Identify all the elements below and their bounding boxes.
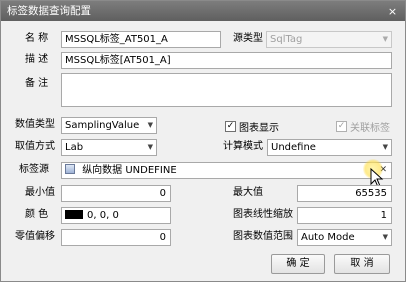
- cancel-button[interactable]: 取 消: [334, 254, 390, 274]
- zero-offset-label: 零值偏移: [15, 231, 55, 242]
- value-type-label: 数值类型: [15, 119, 55, 130]
- calc-mode-select[interactable]: Undefine ▼: [267, 139, 392, 156]
- chart-range-label: 图表数值范围: [233, 231, 293, 242]
- tag-query-config-dialog: 标签数据查询配置 × 名 称 MSSQL标签_AT501_A 源类型 SqlTa…: [0, 0, 406, 282]
- source-type-value: SqlTag: [270, 34, 303, 45]
- description-input[interactable]: MSSQL标签[AT501_A]: [61, 52, 392, 69]
- calc-mode-label: 计算模式: [223, 141, 263, 152]
- checkbox-checked-icon: ✓: [336, 121, 347, 132]
- chevron-down-icon: ▼: [382, 143, 388, 151]
- close-icon[interactable]: ×: [386, 5, 399, 18]
- min-value-input[interactable]: 0: [61, 185, 171, 202]
- window-title: 标签数据查询配置: [7, 5, 91, 17]
- chevron-down-icon: ▼: [147, 143, 153, 151]
- fetch-mode-value: Lab: [65, 142, 84, 153]
- chart-scale-input[interactable]: 1: [297, 207, 392, 224]
- tag-icon: [65, 164, 75, 174]
- color-label: 颜 色: [25, 209, 49, 220]
- source-type-label: 源类型: [233, 33, 263, 44]
- value-type-value: SamplingValue: [65, 120, 140, 131]
- chevron-down-icon: ▼: [382, 233, 388, 241]
- color-picker[interactable]: 0, 0, 0: [61, 207, 171, 224]
- max-value-input[interactable]: 65535: [297, 185, 392, 202]
- source-type-select[interactable]: SqlTag ▼: [266, 31, 392, 48]
- value-type-select[interactable]: SamplingValue ▼: [61, 117, 157, 134]
- calc-mode-value: Undefine: [271, 142, 316, 153]
- title-bar: 标签数据查询配置 ×: [1, 1, 405, 21]
- fetch-mode-select[interactable]: Lab ▼: [61, 139, 157, 156]
- note-textarea[interactable]: [61, 73, 392, 107]
- description-label: 描 述: [25, 54, 49, 65]
- chart-range-select[interactable]: Auto Mode ▼: [297, 229, 392, 246]
- zero-offset-input[interactable]: 0: [61, 229, 171, 246]
- tag-source-label: 标签源: [19, 164, 49, 175]
- name-label: 名 称: [25, 33, 49, 44]
- checkbox-checked-icon: ✓: [225, 121, 236, 132]
- link-tag-label: 关联标签: [350, 123, 390, 134]
- chart-range-value: Auto Mode: [301, 232, 355, 243]
- color-value: 0, 0, 0: [87, 210, 119, 221]
- chart-scale-label: 图表线性缩放: [233, 209, 293, 220]
- name-input[interactable]: MSSQL标签_AT501_A: [61, 31, 221, 48]
- fetch-mode-label: 取值方式: [15, 141, 55, 152]
- show-chart-label: 图表显示: [239, 123, 279, 134]
- chevron-down-icon: ▼: [147, 121, 153, 129]
- show-chart-checkbox[interactable]: ✓ 图表显示: [225, 119, 279, 134]
- link-tag-checkbox[interactable]: ✓ 关联标签: [336, 119, 390, 134]
- tag-source-field[interactable]: 纵向数据 UNDEFINE ✕: [61, 162, 392, 179]
- color-swatch: [65, 210, 83, 219]
- chevron-down-icon: ▼: [382, 35, 388, 43]
- tag-source-value: 纵向数据 UNDEFINE: [82, 165, 177, 176]
- max-value-label: 最大值: [233, 187, 263, 198]
- min-value-label: 最小值: [25, 187, 55, 198]
- ok-button[interactable]: 确 定: [271, 254, 325, 274]
- note-label: 备 注: [25, 78, 49, 89]
